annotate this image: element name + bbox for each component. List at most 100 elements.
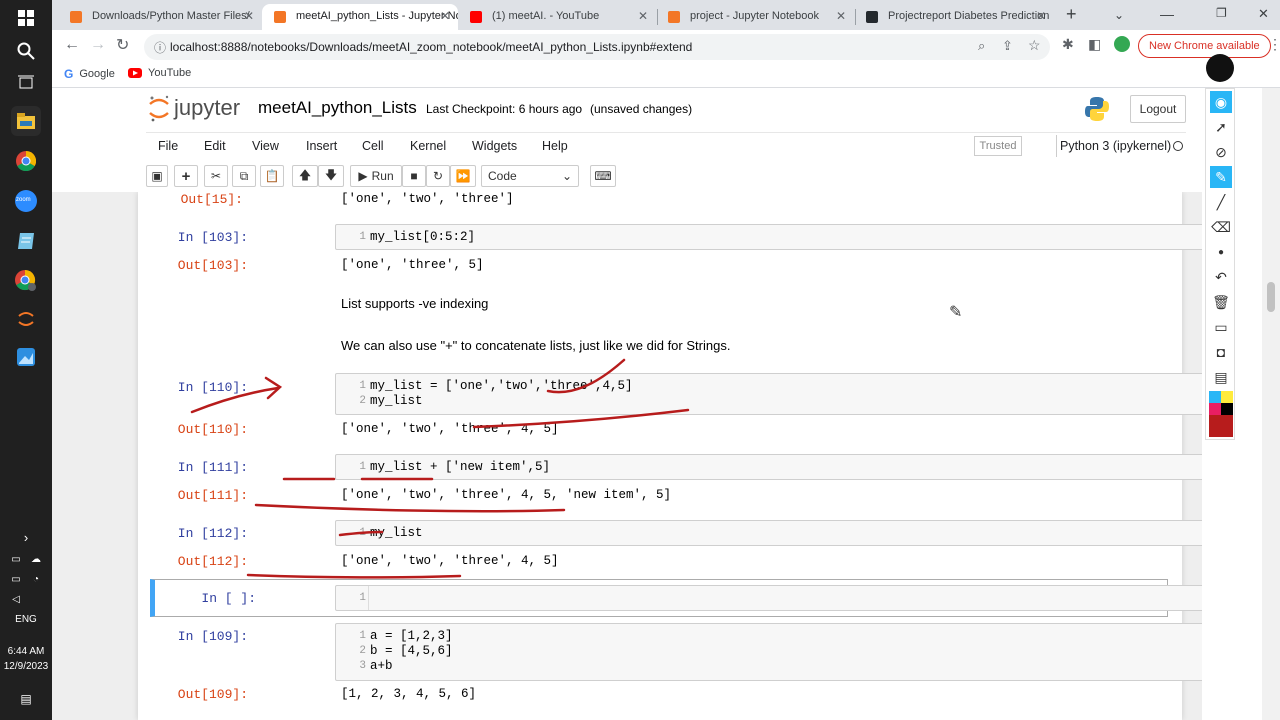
side-panel-icon[interactable]: ◧ — [1088, 36, 1101, 53]
tab-search-icon[interactable]: ⌄ — [1114, 8, 1124, 22]
tab-title: project - Jupyter Notebook — [690, 10, 820, 22]
annotation-arrow — [190, 386, 280, 414]
file-explorer-icon[interactable] — [11, 106, 41, 136]
tab-project[interactable]: project - Jupyter Notebook ✕ — [656, 4, 854, 30]
profile-avatar[interactable] — [1114, 36, 1130, 52]
windows-start-icon[interactable] — [11, 3, 41, 33]
notifications-icon[interactable]: ▤ — [11, 684, 41, 714]
pointer-icon[interactable]: ➚ — [1210, 116, 1232, 138]
photos-icon[interactable] — [11, 342, 41, 372]
search-icon[interactable] — [11, 36, 41, 66]
back-icon[interactable]: ← — [64, 36, 80, 54]
menu-view[interactable]: View — [252, 139, 279, 153]
close-icon[interactable]: ✕ — [638, 9, 648, 23]
restart-run-all-icon[interactable]: ⏩ — [450, 165, 476, 187]
color-swatch-red-selected[interactable] — [1209, 415, 1233, 437]
forward-icon[interactable]: → — [90, 36, 106, 54]
tab-youtube[interactable]: (1) meetAI. - YouTube ✕ — [458, 4, 656, 30]
logout-button[interactable]: Logout — [1130, 95, 1186, 123]
new-tab-icon[interactable]: + — [1066, 4, 1077, 25]
color-swatch-yellow[interactable] — [1221, 391, 1233, 403]
color-swatch-blue[interactable] — [1209, 391, 1221, 403]
eraser-icon[interactable]: ⌫ — [1210, 216, 1232, 238]
clipboard-icon[interactable]: ▤ — [1210, 366, 1232, 388]
camera-icon[interactable]: ◘ — [1210, 341, 1232, 363]
reload-icon[interactable]: ↻ — [116, 35, 129, 55]
insert-cell-icon[interactable]: + — [174, 165, 198, 187]
task-view-icon[interactable] — [11, 68, 41, 98]
scrollbar-thumb[interactable] — [1267, 282, 1275, 312]
notepad-icon[interactable] — [11, 226, 41, 256]
jupyter-favicon-icon — [668, 11, 680, 23]
bookmark-google[interactable]: G Google — [64, 67, 115, 81]
run-button[interactable]: ▶ Run — [350, 165, 402, 187]
chrome-menu-icon[interactable]: ⋮ — [1268, 36, 1280, 53]
site-info-icon[interactable]: ⓘ — [154, 39, 166, 56]
notebook-name[interactable]: meetAI_python_Lists — [258, 98, 417, 118]
interrupt-icon[interactable]: ■ — [402, 165, 426, 187]
jupyter-app-icon[interactable] — [11, 304, 41, 334]
menu-widgets[interactable]: Widgets — [472, 139, 517, 153]
kernel-name[interactable]: Python 3 (ipykernel) — [1060, 139, 1171, 153]
menubar-divider — [1056, 135, 1057, 157]
language-indicator[interactable]: ENG — [0, 614, 52, 625]
bookmark-star-icon[interactable]: ☆ — [1028, 37, 1041, 54]
cut-icon[interactable]: ✂ — [204, 165, 228, 187]
color-swatch-pink[interactable] — [1209, 403, 1221, 415]
chrome-icon[interactable] — [11, 146, 41, 176]
browser-tab-strip: Downloads/Python Master Files/ ✕ meetAI_… — [52, 0, 1280, 30]
whiteboard-icon[interactable]: ▭ — [1210, 316, 1232, 338]
menu-file[interactable]: File — [158, 139, 178, 153]
pen-icon[interactable]: ✎ — [1210, 166, 1232, 188]
hide-icon[interactable]: ⊘ — [1210, 141, 1232, 163]
restart-icon[interactable]: ↻ — [426, 165, 450, 187]
bookmark-youtube[interactable]: YouTube — [128, 67, 191, 79]
share-icon[interactable]: ⇪ — [1002, 38, 1013, 54]
google-icon: G — [64, 67, 74, 81]
trusted-indicator[interactable]: Trusted — [974, 136, 1022, 156]
menu-edit[interactable]: Edit — [204, 139, 226, 153]
cell-type-select[interactable]: Code ⌄ — [481, 165, 579, 187]
color-swatch-black[interactable] — [1221, 403, 1233, 415]
chrome-profile-icon[interactable] — [11, 266, 41, 296]
tab-meetai-python-lists[interactable]: meetAI_python_Lists - Jupyter No ✕ — [262, 4, 458, 30]
move-down-icon[interactable]: 🡇 — [318, 165, 344, 187]
page-scrollbar[interactable] — [1262, 88, 1280, 720]
save-icon[interactable]: ▣ — [146, 165, 168, 187]
command-palette-icon[interactable]: ⌨ — [590, 165, 616, 187]
annotation-pin-icon[interactable] — [1206, 54, 1234, 82]
window-close-icon[interactable]: ✕ — [1258, 6, 1269, 22]
move-up-icon[interactable]: 🡅 — [292, 165, 318, 187]
maximize-icon[interactable]: ❐ — [1216, 6, 1227, 20]
tab-title: meetAI_python_Lists - Jupyter No — [296, 10, 458, 22]
tab-title: Downloads/Python Master Files/ — [92, 10, 250, 22]
url-text[interactable]: localhost:8888/notebooks/Downloads/meetA… — [170, 40, 692, 54]
close-icon[interactable]: ✕ — [836, 9, 846, 23]
menu-cell[interactable]: Cell — [362, 139, 384, 153]
menu-insert[interactable]: Insert — [306, 139, 337, 153]
close-icon[interactable]: ✕ — [440, 9, 450, 23]
zoom-lens-icon[interactable]: ⌕ — [978, 38, 985, 54]
tab-projectreport[interactable]: Projectreport Diabetes Prediction ✕ — [854, 4, 1054, 30]
extensions-icon[interactable]: ✱ — [1062, 36, 1074, 53]
close-icon[interactable]: ✕ — [1036, 9, 1046, 23]
tab-downloads[interactable]: Downloads/Python Master Files/ ✕ — [58, 4, 262, 30]
close-icon[interactable]: ✕ — [244, 9, 254, 23]
undo-icon[interactable]: ↶ — [1210, 266, 1232, 288]
line-icon[interactable]: ╱ — [1210, 191, 1232, 213]
paste-icon[interactable]: 📋 — [260, 165, 284, 187]
eye-icon[interactable]: ◉ — [1210, 91, 1232, 113]
windows-taskbar: zoom › ▭ ☁ ▭ ◔ ◁ ENG 6:44 AM 12/9/2023 ▤ — [0, 0, 52, 720]
menu-kernel[interactable]: Kernel — [410, 139, 446, 153]
copy-icon[interactable]: ⧉ — [232, 165, 256, 187]
jupyter-logo-icon[interactable] — [148, 94, 170, 125]
dot-size-icon[interactable]: ● — [1210, 241, 1232, 263]
new-chrome-available-button[interactable]: New Chrome available — [1138, 34, 1271, 58]
clock-date[interactable]: 12/9/2023 — [0, 661, 52, 672]
menu-help[interactable]: Help — [542, 139, 568, 153]
minimize-icon[interactable]: — — [1160, 6, 1174, 22]
clock-time[interactable]: 6:44 AM — [0, 646, 52, 657]
trash-icon[interactable]: 🗑 — [1210, 291, 1232, 313]
python-logo-icon — [1084, 96, 1110, 125]
zoom-icon[interactable]: zoom — [11, 186, 41, 216]
